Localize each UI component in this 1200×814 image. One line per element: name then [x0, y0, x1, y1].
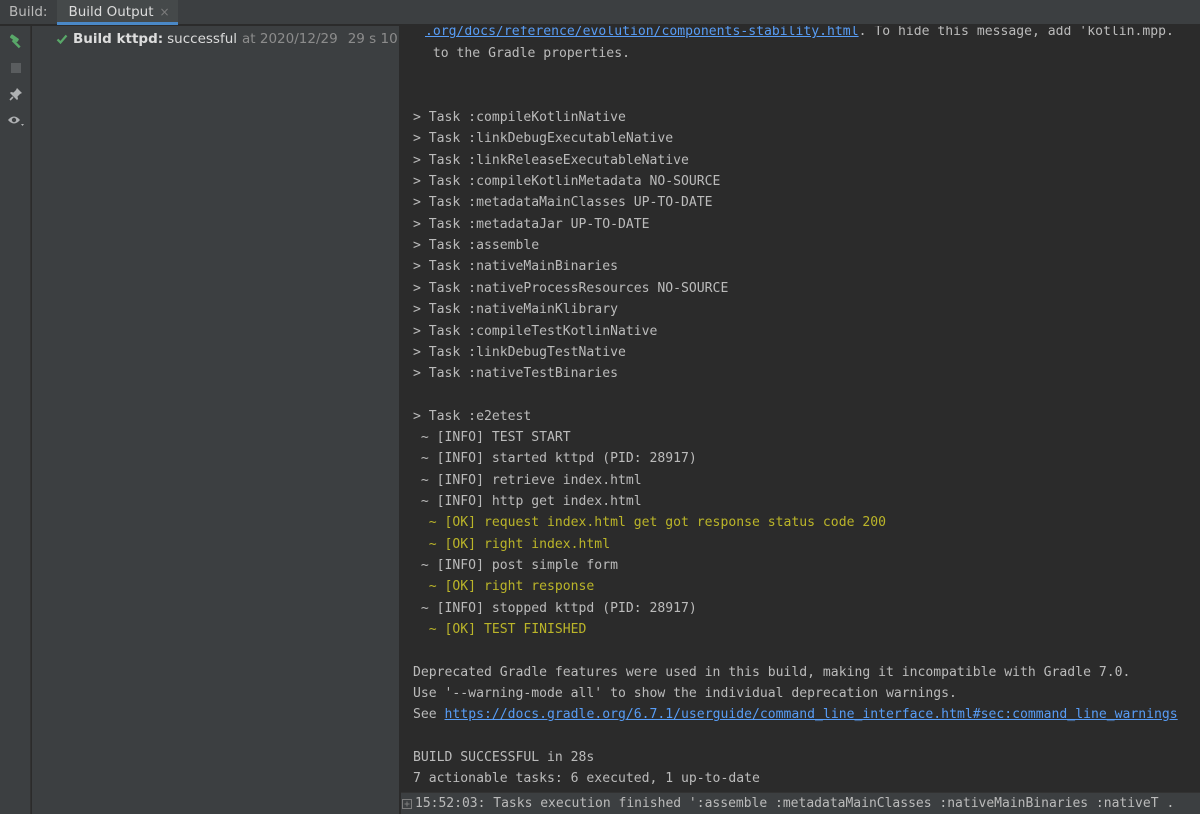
tool-window-header: Build: Build Output × — [0, 0, 1200, 25]
build-toolbar — [0, 26, 31, 814]
test-ok-line: ~ [OK] request index.html get got respon… — [413, 515, 886, 531]
close-icon[interactable]: × — [160, 5, 170, 19]
test-info-line: ~ [INFO] post simple form — [413, 558, 618, 574]
task-line: > Task :metadataMainClasses UP-TO-DATE — [413, 195, 713, 211]
console-line: 7 actionable tasks: 6 executed, 1 up-to-… — [413, 771, 760, 786]
console-status-line: 15:52:03: Tasks execution finished ':ass… — [401, 792, 1200, 814]
console-line: Deprecated Gradle features were used in … — [413, 665, 1131, 680]
task-line: > Task :nativeProcessResources NO-SOURCE — [413, 280, 729, 296]
console-line: See https://docs.gradle.org/6.7.1/usergu… — [413, 707, 1178, 722]
test-ok-line: ~ [OK] right index.html — [413, 536, 611, 552]
hammer-icon[interactable] — [6, 32, 26, 52]
test-info-line: ~ [INFO] TEST START — [413, 430, 571, 445]
gradle-warnings-link[interactable]: https://docs.gradle.org/6.7.1/userguide/… — [445, 707, 1178, 722]
test-info-line: ~ [INFO] stopped kttpd (PID: 28917) — [413, 600, 697, 616]
build-tree: Build kttpd: successful at 2020/12/29 29… — [32, 26, 400, 814]
status-message: 15:52:03: Tasks execution finished ':ass… — [415, 796, 1159, 811]
kotlin-stability-link[interactable]: .org/docs/reference/evolution/components… — [425, 26, 859, 39]
task-line: > Task :nativeMainKlibrary — [413, 302, 618, 318]
tool-window-title: Build: — [9, 4, 48, 20]
eye-icon[interactable] — [6, 111, 26, 131]
task-line: > Task :compileKotlinMetadata NO-SOURCE — [413, 174, 721, 190]
build-title: Build kttpd: — [73, 31, 164, 47]
stop-icon[interactable] — [6, 58, 26, 78]
test-ok-line: ~ [OK] TEST FINISHED — [413, 622, 587, 638]
task-line: > Task :compileKotlinNative — [413, 110, 626, 125]
build-tree-node[interactable]: Build kttpd: successful at 2020/12/29 29… — [56, 29, 400, 49]
test-info-line: ~ [INFO] started kttpd (PID: 28917) — [413, 451, 697, 467]
console-line: > Task :e2etest — [413, 409, 532, 424]
pin-icon[interactable] — [6, 84, 26, 104]
tab-build-output[interactable]: Build Output × — [57, 0, 178, 25]
task-line: > Task :metadataJar UP-TO-DATE — [413, 216, 650, 232]
console-line: BUILD SUCCESSFUL in 28s — [413, 750, 595, 765]
test-info-line: ~ [INFO] http get index.html — [413, 494, 642, 510]
task-line: > Task :assemble — [413, 238, 540, 254]
task-line: > Task :nativeTestBinaries — [413, 366, 618, 382]
tab-build-output-label: Build Output — [68, 4, 154, 20]
task-line: > Task :compileTestKotlinNative — [413, 323, 658, 339]
console-line: Use '--warning-mode all' to show the ind… — [413, 686, 957, 701]
test-ok-line: ~ [OK] right response — [413, 579, 595, 595]
build-duration: 29 s 10 ms — [347, 31, 400, 47]
console-line: .org/docs/reference/evolution/components… — [425, 26, 1174, 39]
build-status: successful — [167, 31, 238, 47]
task-line: > Task :linkDebugExecutableNative — [413, 131, 674, 147]
check-icon — [56, 33, 68, 45]
task-line: > Task :nativeMainBinaries — [413, 259, 618, 275]
status-trail: . — [1166, 796, 1175, 811]
test-info-line: ~ [INFO] retrieve index.html — [413, 472, 642, 488]
task-line: > Task :linkReleaseExecutableNative — [413, 152, 689, 168]
expand-icon[interactable] — [401, 798, 413, 809]
console-line: to the Gradle properties. — [425, 46, 630, 61]
task-line: > Task :linkDebugTestNative — [413, 344, 626, 360]
build-console[interactable]: .org/docs/reference/evolution/components… — [401, 26, 1200, 792]
build-time: at 2020/12/29 — [242, 31, 338, 47]
